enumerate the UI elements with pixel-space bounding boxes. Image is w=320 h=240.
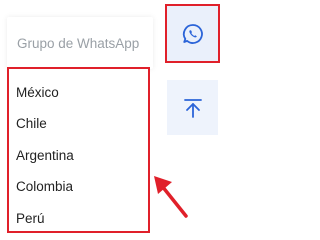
- option-peru[interactable]: Perú: [16, 209, 45, 229]
- arrow-up-to-top-icon: [183, 98, 202, 118]
- option-argentina[interactable]: Argentina: [16, 146, 74, 166]
- country-dropdown-list: México Chile Argentina Colombia Perú: [7, 67, 150, 233]
- whatsapp-icon: [182, 23, 203, 44]
- whatsapp-group-search-input[interactable]: [17, 32, 147, 54]
- whatsapp-button[interactable]: [165, 4, 220, 63]
- option-mexico[interactable]: México: [16, 83, 59, 103]
- page: México Chile Argentina Colombia Perú: [0, 0, 232, 238]
- back-to-top-button[interactable]: [167, 80, 218, 135]
- option-chile[interactable]: Chile: [16, 114, 47, 134]
- red-arrow-annotation: [154, 176, 188, 218]
- whatsapp-group-search-box: [7, 17, 153, 69]
- option-colombia[interactable]: Colombia: [16, 177, 73, 197]
- whatsapp-button-inner: [168, 7, 217, 60]
